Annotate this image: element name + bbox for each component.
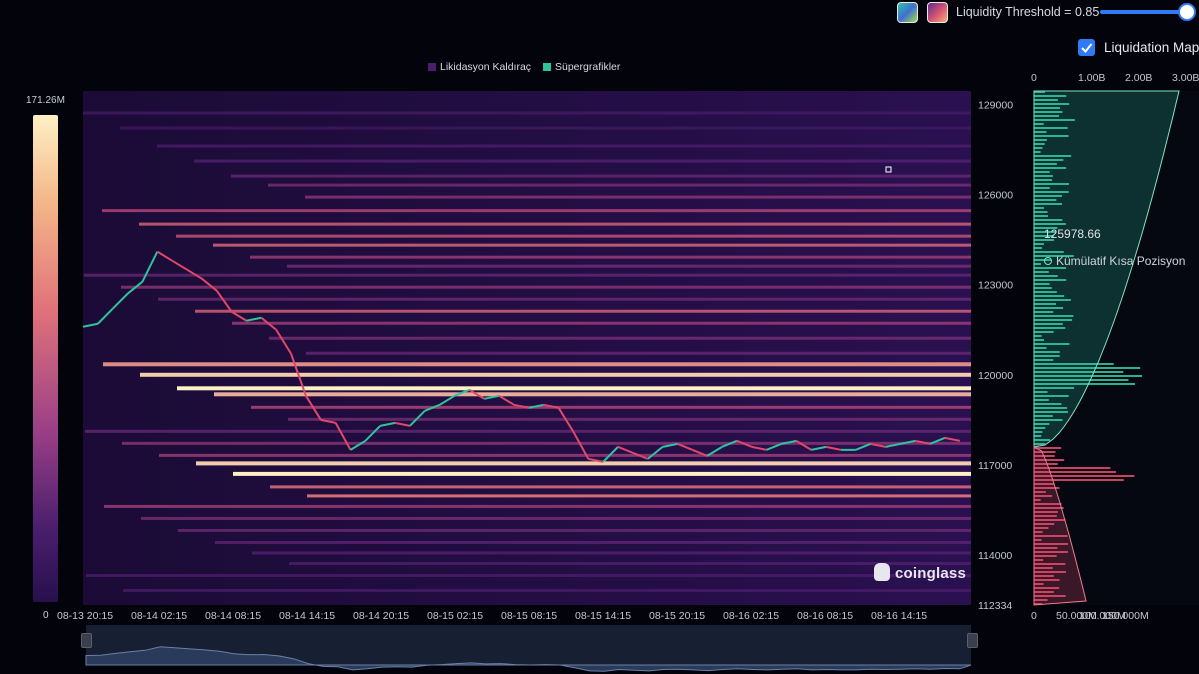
liquidation-band [177, 386, 971, 391]
liquidation-band [250, 255, 971, 259]
liquidation-band [178, 528, 971, 532]
liquidation-band [85, 429, 971, 433]
liquidation-band [102, 209, 971, 213]
liquidation-band [196, 461, 971, 466]
side-bottom-tick-label: 150.000M [1102, 610, 1149, 622]
liquidation-band [122, 441, 971, 445]
x-tick-label: 08-15 02:15 [427, 610, 483, 622]
x-tick-label: 08-14 20:15 [353, 610, 409, 622]
y-tick-label: 126000 [978, 190, 1013, 202]
x-tick-label: 08-14 14:15 [279, 610, 335, 622]
liquidation-band [159, 453, 971, 457]
legend-item-leverage[interactable]: Likidasyon Kaldıraç [428, 61, 531, 73]
x-tick-label: 08-15 14:15 [575, 610, 631, 622]
liquidation-map-label[interactable]: Liquidation Map [1104, 40, 1199, 55]
liquidation-band [251, 405, 971, 409]
liquidation-band [231, 174, 971, 178]
liquidation-band [232, 321, 971, 325]
side-top-tick-label: 0 [1031, 72, 1037, 84]
color-theme-green-button[interactable] [897, 2, 918, 23]
y-tick-label: 117000 [978, 460, 1012, 472]
liquidation-map-checkbox[interactable] [1078, 39, 1095, 56]
tooltip-series-label: Kümülatif Kısa Pozisyon [1056, 254, 1186, 268]
legend-label: Süpergrafikler [555, 61, 621, 73]
side-top-tick-label: 1.00B [1078, 72, 1105, 84]
threshold-slider-knob[interactable] [1178, 3, 1196, 21]
x-axis: 08-13 20:15 08-14 02:15 08-14 08:15 08-14 1… [57, 610, 927, 622]
liquidation-band [287, 264, 971, 268]
x-tick-label: 08-13 20:15 [57, 610, 113, 622]
legend-item-supercharts[interactable]: Süpergrafikler [543, 61, 620, 73]
series-dot-icon [1044, 257, 1052, 265]
heatmap-background [83, 91, 971, 605]
liquidation-band [269, 336, 971, 340]
legend-swatch [428, 63, 436, 71]
color-scale-max-label: 171.26M [26, 95, 65, 106]
liquidation-band [270, 485, 971, 489]
color-scale-min-label: 0 [43, 610, 49, 621]
legend-swatch [543, 63, 551, 71]
liquidation-band [289, 561, 971, 565]
liquidation-band [120, 126, 971, 130]
scroll-handle-right[interactable] [967, 633, 978, 648]
liquidation-band [268, 183, 971, 187]
tooltip-series: Kümülatif Kısa Pozisyon [1044, 254, 1185, 268]
x-tick-label: 08-16 08:15 [797, 610, 853, 622]
liquidation-band [305, 195, 971, 199]
chart-canvas: 129000 126000 123000 120000 117000 114000 1123… [57, 72, 1199, 672]
liquidation-band [139, 222, 971, 226]
liquidation-band [233, 471, 971, 476]
liquidation-band [252, 551, 971, 555]
color-theme-pink-button[interactable] [927, 2, 948, 23]
liquidation-band [123, 589, 971, 593]
liquidation-band [83, 111, 971, 115]
y-tick-label: 123000 [978, 280, 1013, 292]
liquidation-band [84, 273, 971, 277]
y-tick-label: 114000 [978, 550, 1012, 562]
liquidation-band [141, 516, 971, 520]
liquidation-band [121, 285, 971, 289]
side-top-tick-label: 2.00B [1125, 72, 1152, 84]
color-scale-bar [33, 115, 58, 602]
liquidation-band [157, 144, 971, 148]
liquidation-band [158, 297, 971, 301]
x-tick-label: 08-15 20:15 [649, 610, 705, 622]
tooltip-value: 125978.66 [1044, 227, 1101, 241]
y-tick-label: 129000 [978, 100, 1013, 112]
x-tick-label: 08-16 02:15 [723, 610, 779, 622]
liquidation-band [176, 234, 971, 238]
liquidation-band [213, 243, 971, 247]
watermark-text: coinglass [895, 565, 966, 582]
y-tick-label: 112334 [978, 600, 1012, 612]
threshold-slider-track[interactable] [1100, 10, 1188, 14]
watermark-logo: coinglass [874, 563, 966, 582]
liquidation-band [307, 494, 971, 498]
x-tick-label: 08-14 02:15 [131, 610, 187, 622]
y-axis: 129000 126000 123000 120000 117000 114000 1123… [978, 100, 1013, 612]
liquidation-band [194, 159, 971, 163]
liquidation-band [215, 540, 971, 544]
x-tick-label: 08-14 08:15 [205, 610, 261, 622]
liquidation-band [288, 417, 971, 421]
y-tick-label: 120000 [978, 370, 1013, 382]
liquidity-threshold-label: Liquidity Threshold = 0.85 [956, 5, 1100, 19]
coinglass-logo-icon [874, 563, 890, 581]
liquidation-band [214, 392, 971, 397]
side-bottom-tick-label: 0 [1031, 610, 1037, 622]
legend-label: Likidasyon Kaldıraç [440, 61, 532, 73]
x-tick-label: 08-15 08:15 [501, 610, 557, 622]
liquidation-band [103, 362, 971, 367]
x-tick-label: 08-16 14:15 [871, 610, 927, 622]
liquidation-band [86, 573, 971, 577]
liquidation-band [306, 351, 971, 355]
side-top-tick-label: 3.00B [1172, 72, 1199, 84]
scroll-handle-left[interactable] [81, 633, 92, 648]
checkmark-icon [1081, 43, 1093, 53]
liquidation-band [195, 309, 971, 313]
liquidation-band [104, 504, 971, 508]
liquidation-band [140, 372, 971, 377]
